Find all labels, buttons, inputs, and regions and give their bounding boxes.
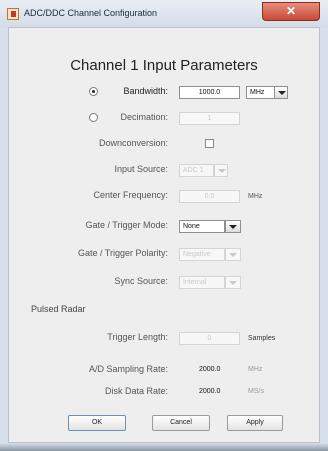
gate-trigger-mode-label: Gate / Trigger Mode:: [85, 220, 168, 230]
app-icon: [7, 8, 19, 20]
gate-trigger-polarity-select[interactable]: Negative: [179, 248, 225, 261]
gate-trigger-mode-value: None: [183, 223, 200, 230]
bandwidth-field[interactable]: 1000.0: [179, 86, 240, 99]
gate-trigger-polarity-value: Negative: [183, 251, 211, 258]
disk-data-rate-label: Disk Data Rate:: [104, 386, 168, 396]
cancel-button[interactable]: Cancel: [152, 415, 210, 431]
ad-sampling-rate-unit: MHz: [248, 366, 263, 373]
apply-button[interactable]: Apply: [227, 415, 283, 431]
chevron-down-icon: [229, 281, 237, 285]
input-source-label: Input Source:: [114, 164, 168, 174]
decimation-label: Decimation:: [120, 112, 168, 122]
close-button[interactable]: ✕: [262, 2, 320, 21]
ad-sampling-rate-label: A/D Sampling Rate:: [88, 364, 168, 374]
input-source-select[interactable]: ADC 1: [179, 164, 214, 177]
gate-trigger-polarity-label: Gate / Trigger Polarity:: [77, 248, 168, 258]
disk-data-rate-unit: MS/s: [248, 388, 264, 395]
sync-source-dropdown-button[interactable]: [225, 276, 241, 289]
bandwidth-unit-dropdown-button[interactable]: [274, 86, 288, 99]
pulsed-radar-section-label: Pulsed Radar: [31, 304, 86, 314]
window-title: ADC/DDC Channel Configuration: [24, 8, 158, 18]
sync-source-select[interactable]: Internal: [179, 276, 225, 289]
chevron-down-icon: [229, 225, 237, 229]
chevron-down-icon: [278, 91, 286, 95]
trigger-length-field[interactable]: 0: [179, 332, 240, 345]
dialog-window: ADC/DDC Channel Configuration ✕ Channel …: [0, 0, 328, 451]
page-title: Channel 1 Input Parameters: [70, 57, 258, 74]
trigger-length-unit: Samples: [248, 335, 276, 342]
gate-trigger-mode-dropdown-button[interactable]: [225, 220, 241, 233]
trigger-length-label: Trigger Length:: [107, 332, 168, 342]
sync-source-label: Sync Source:: [114, 276, 168, 286]
chevron-down-icon: [218, 169, 226, 173]
ok-button[interactable]: OK: [68, 415, 126, 431]
bandwidth-unit-value: MHz: [250, 89, 265, 96]
input-source-dropdown-button[interactable]: [214, 164, 228, 177]
bandwidth-unit-select[interactable]: MHz: [246, 86, 275, 99]
window-frame-bottom: [0, 443, 328, 451]
bandwidth-label: Bandwidth:: [123, 86, 168, 96]
center-frequency-field[interactable]: 0.0: [179, 190, 240, 203]
window-frame-right: [320, 27, 328, 447]
window-frame-left: [0, 27, 8, 447]
sync-source-value: Internal: [183, 279, 207, 286]
center-frequency-label: Center Frequency:: [93, 190, 168, 200]
ad-sampling-rate-value: 2000.0: [199, 366, 221, 373]
decimation-field[interactable]: 1: [179, 112, 240, 125]
chevron-down-icon: [229, 253, 237, 257]
disk-data-rate-value: 2000.0: [199, 388, 221, 395]
gate-trigger-polarity-dropdown-button[interactable]: [225, 248, 241, 261]
downconversion-label: Downconversion:: [98, 138, 168, 148]
downconversion-checkbox[interactable]: [205, 139, 214, 148]
center-frequency-unit: MHz: [248, 193, 263, 200]
title-bar[interactable]: ADC/DDC Channel Configuration ✕: [0, 0, 328, 27]
input-source-value: ADC 1: [183, 167, 204, 174]
gate-trigger-mode-select[interactable]: None: [179, 220, 225, 233]
